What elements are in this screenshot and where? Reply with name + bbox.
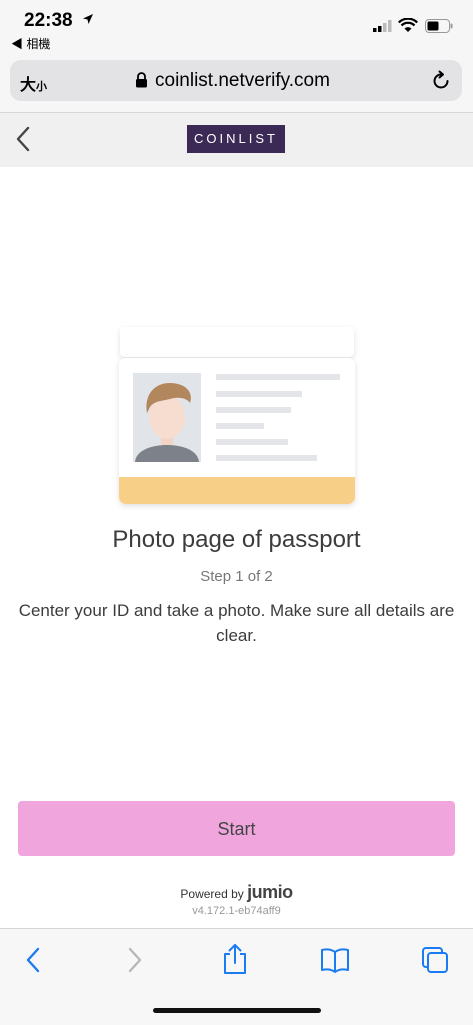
status-time: 22:38 (24, 10, 73, 31)
coinlist-logo: COINLIST (187, 125, 285, 153)
start-button[interactable]: Start (18, 801, 455, 856)
forward-arrow-icon[interactable] (124, 945, 146, 975)
page-title: Photo page of passport (112, 526, 361, 553)
jumio-logo: jumio (247, 882, 293, 902)
bookmarks-icon[interactable] (320, 947, 350, 973)
reload-icon[interactable] (430, 70, 452, 92)
site-header: COINLIST (0, 113, 473, 167)
browser-address-area: 大小 coinlist.netverify.com (0, 58, 473, 113)
version-text: v4.172.1-eb74aff9 (192, 905, 281, 917)
share-icon[interactable] (222, 943, 248, 975)
wifi-icon (398, 18, 418, 32)
location-arrow-icon (83, 14, 93, 24)
lock-icon (136, 72, 147, 88)
powered-by: Powered by jumio (0, 882, 473, 903)
status-bar: 22:38 ◀ 相機 (0, 0, 473, 58)
tabs-icon[interactable] (421, 946, 449, 974)
powered-by-label: Powered by (180, 887, 244, 901)
passport-illustration (119, 327, 355, 504)
back-chevron-icon[interactable] (14, 125, 32, 153)
url-text: coinlist.netverify.com (155, 70, 330, 91)
instruction-text: Center your ID and take a photo. Make su… (18, 601, 455, 645)
address-bar[interactable]: 大小 coinlist.netverify.com (10, 60, 462, 101)
home-indicator (153, 1008, 321, 1013)
cellular-signal-icon (373, 20, 392, 32)
back-arrow-icon[interactable] (22, 945, 44, 975)
battery-icon (425, 19, 453, 33)
step-indicator: Step 1 of 2 (200, 568, 273, 585)
text-size-button[interactable]: 大小 (20, 71, 47, 95)
back-to-camera-link[interactable]: ◀ 相機 (11, 35, 50, 52)
